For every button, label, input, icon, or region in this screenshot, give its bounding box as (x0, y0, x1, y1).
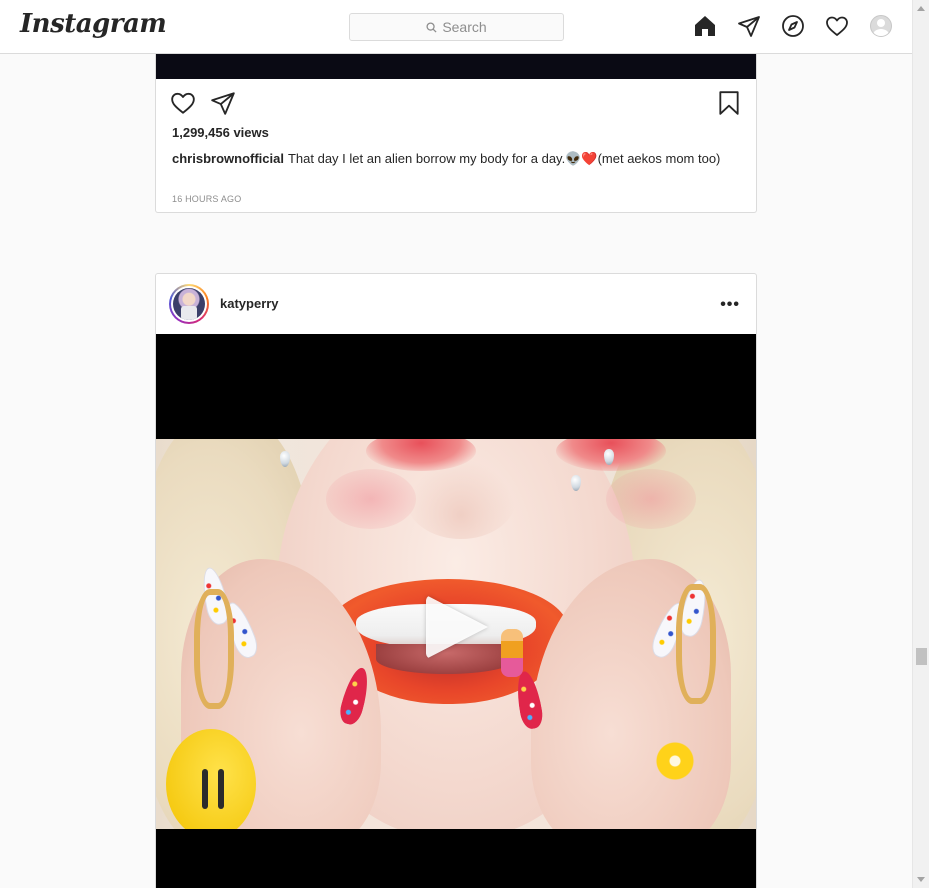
avatar (173, 288, 205, 320)
caption-username[interactable]: chrisbrownofficial (172, 151, 284, 166)
post-username[interactable]: katyperry (220, 296, 279, 311)
explore-icon[interactable] (781, 14, 805, 38)
view-count[interactable]: 1,299,456 views (172, 125, 269, 140)
post-caption: chrisbrownofficial That day I let an alie… (172, 150, 742, 168)
post-katyperry: katyperry ••• (155, 273, 757, 888)
search-input[interactable]: Search (349, 13, 564, 41)
avatar (870, 15, 892, 37)
activity-icon[interactable] (825, 14, 849, 38)
home-icon[interactable] (693, 14, 717, 38)
search-placeholder: Search (442, 19, 487, 35)
profile-avatar[interactable] (869, 14, 893, 38)
like-icon[interactable] (170, 90, 196, 116)
scroll-up-icon[interactable] (917, 6, 925, 11)
more-options-icon[interactable]: ••• (720, 296, 740, 314)
nav-icons (693, 14, 893, 38)
direct-icon[interactable] (737, 14, 761, 38)
search-icon (426, 21, 437, 33)
share-icon[interactable] (210, 90, 236, 116)
scroll-down-icon[interactable] (917, 877, 925, 882)
post-timestamp[interactable]: 16 HOURS AGO (172, 194, 241, 204)
instagram-logo[interactable]: Instagram (20, 9, 167, 39)
post-video[interactable] (156, 334, 756, 888)
page-scrollbar[interactable] (912, 0, 929, 888)
caption-text: That day I let an alien borrow my body f… (287, 151, 721, 166)
top-navigation: Instagram Search (0, 0, 912, 54)
post-chrisbrown: 1,299,456 views chrisbrownofficial That d… (155, 40, 757, 213)
post-actions (170, 90, 236, 116)
post-header: katyperry ••• (156, 274, 756, 334)
story-ring[interactable] (169, 284, 209, 324)
bookmark-icon[interactable] (716, 90, 742, 116)
scrollbar-thumb[interactable] (916, 648, 927, 665)
play-icon[interactable] (426, 595, 488, 659)
